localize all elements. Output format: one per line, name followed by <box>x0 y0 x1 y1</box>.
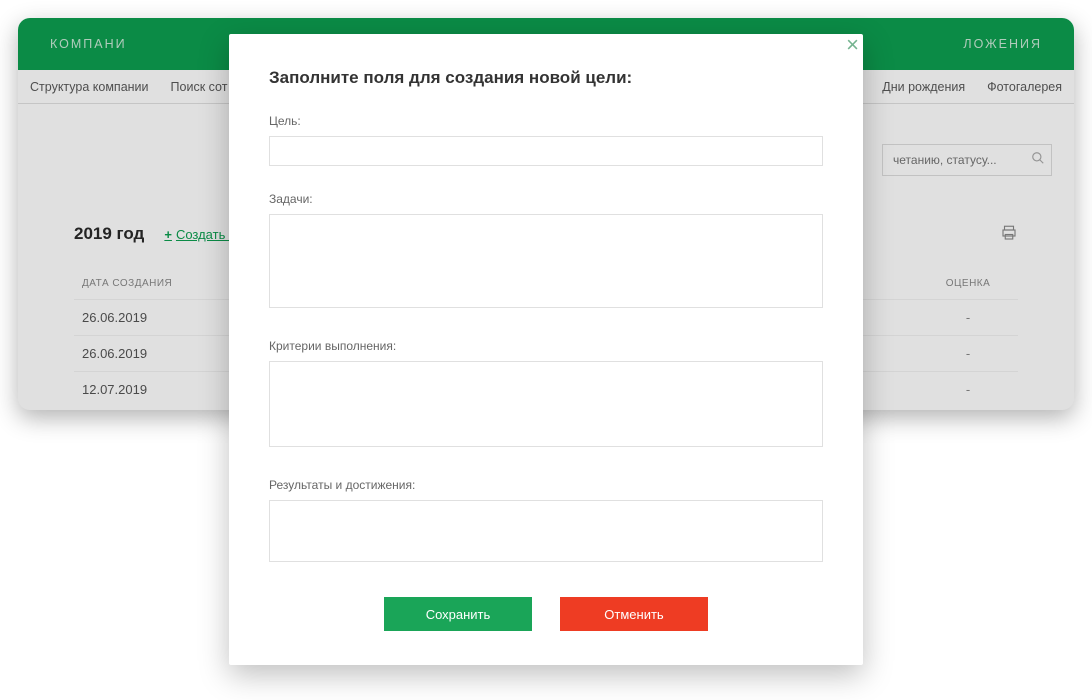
create-goal-modal: × Заполните поля для создания новой цели… <box>229 34 863 665</box>
label-criteria: Критерии выполнения: <box>269 339 823 353</box>
textarea-criteria[interactable] <box>269 361 823 447</box>
textarea-results[interactable] <box>269 500 823 562</box>
label-results: Результаты и достижения: <box>269 478 823 492</box>
close-icon[interactable]: × <box>846 32 859 58</box>
input-goal[interactable] <box>269 136 823 166</box>
cancel-button[interactable]: Отменить <box>560 597 708 631</box>
textarea-tasks[interactable] <box>269 214 823 308</box>
modal-title: Заполните поля для создания новой цели: <box>269 68 823 88</box>
label-tasks: Задачи: <box>269 192 823 206</box>
save-button[interactable]: Сохранить <box>384 597 532 631</box>
label-goal: Цель: <box>269 114 823 128</box>
